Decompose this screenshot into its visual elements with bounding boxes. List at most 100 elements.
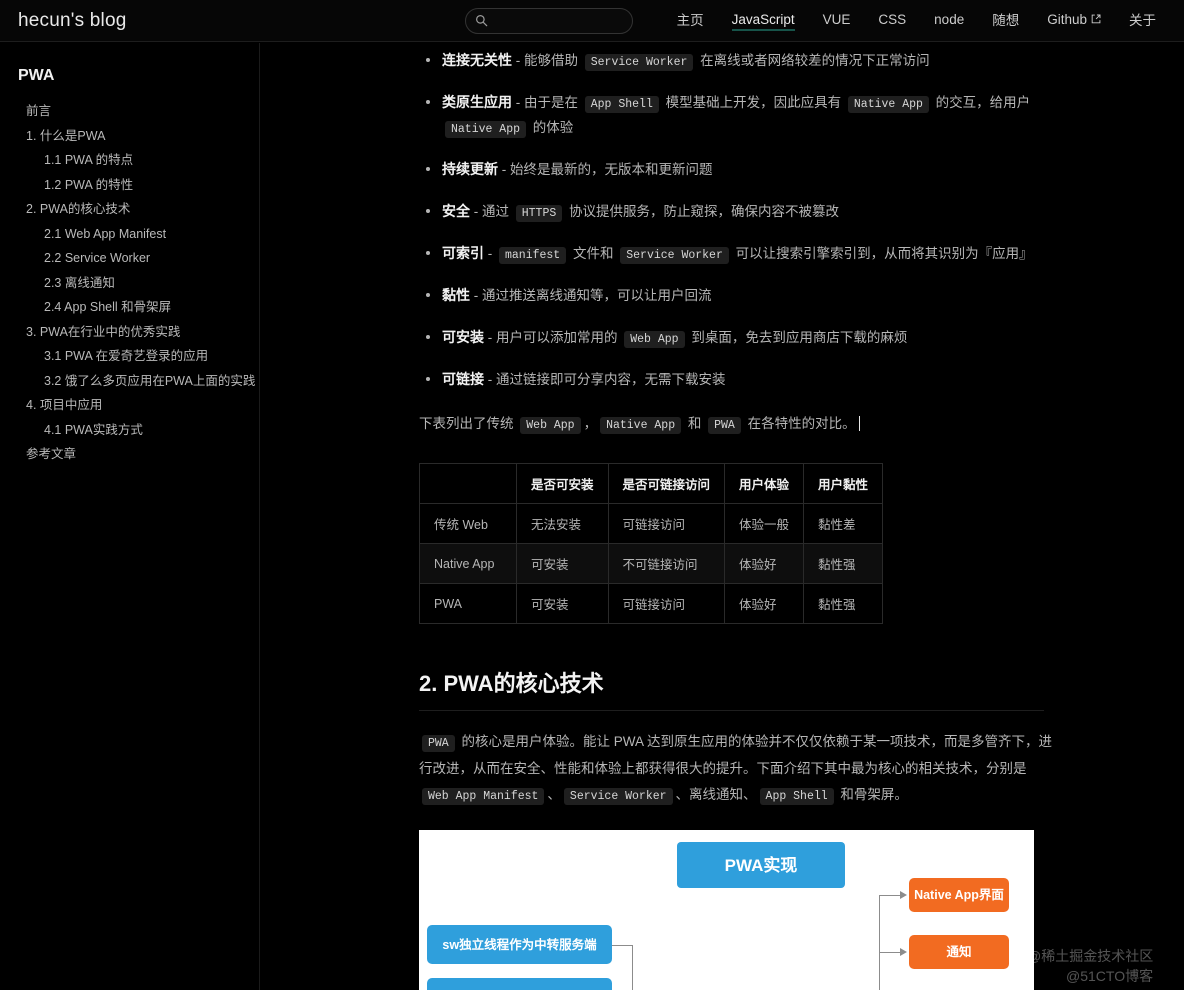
table-header-cell: 是否可安装	[516, 463, 609, 505]
text-run: -	[484, 245, 496, 261]
table-header-cell: 是否可链接访问	[607, 463, 726, 505]
inline-code: Service Worker	[584, 54, 694, 71]
text-run: 在离线或者网络较差的情况下正常访问	[696, 53, 930, 68]
table-row: PWA 可安装 可链接访问 体验好 黏性强	[419, 583, 884, 625]
article-body: 连接无关性 - 能够借助 Service Worker 在离线或者网络较差的情况…	[419, 43, 1059, 990]
feature-list-item: 连接无关性 - 能够借助 Service Worker 在离线或者网络较差的情况…	[419, 48, 1059, 74]
toc-item-12[interactable]: 4. 项目中应用	[18, 393, 245, 418]
feature-list-item: 可链接 - 通过链接即可分享内容，无需下载安装	[419, 367, 1059, 393]
table-cell: 无法安装	[516, 503, 609, 545]
toc-item-8[interactable]: 2.4 App Shell 和骨架屏	[18, 295, 245, 320]
watermark-juejin: @稀土掘金技术社区	[1027, 948, 1154, 964]
nav-item-github[interactable]: Github	[1047, 12, 1101, 30]
nav-item-label: 主页	[676, 13, 704, 28]
text-run: 在各特性的对比。	[743, 415, 856, 431]
feature-term: 可索引	[442, 244, 484, 261]
diagram-right-bus	[879, 895, 880, 990]
nav-item-javascript[interactable]: JavaScript	[731, 12, 795, 31]
watermark-51cto: @51CTO博客	[1066, 968, 1154, 984]
text-run: 到桌面，免去到应用商店下载的麻烦	[687, 329, 908, 345]
text-run: - 始终是最新的，无版本和更新问题	[498, 161, 713, 177]
feature-term: 可安装	[442, 328, 484, 345]
search-box[interactable]	[464, 7, 633, 34]
text-run: 文件和	[569, 245, 618, 261]
inline-code: PWA	[708, 416, 741, 434]
feature-list-item: 持续更新 - 始终是最新的，无版本和更新问题	[419, 157, 1059, 183]
table-cell: 可安装	[516, 583, 609, 625]
text-run: - 通过推送离线通知等，可以让用户回流	[470, 287, 712, 303]
section-paragraph: PWA 的核心是用户体验。能让 PWA 达到原生应用的体验并不仅仅依赖于某一项技…	[419, 729, 1059, 808]
feature-list-item: 类原生应用 - 由于是在 App Shell 模型基础上开发，因此应具有 Nat…	[419, 90, 1059, 141]
toc-item-11[interactable]: 3.2 饿了么多页应用在PWA上面的实践	[18, 369, 255, 394]
text-run: 的核心是用户体验。能让 PWA 达到原生应用的体验并不仅仅依赖于某一项技术，而是…	[419, 734, 1052, 776]
toc-item-14[interactable]: 参考文章	[18, 442, 245, 467]
table-header-corner	[419, 463, 517, 505]
table-intro-paragraph: 下表列出了传统 Web App， Native App 和 PWA 在各特性的对比…	[419, 411, 1059, 437]
text-run: - 通过链接即可分享内容，无需下载安装	[484, 371, 726, 387]
text-run: - 由于是在	[512, 94, 582, 110]
text-run: 可以让搜索引擎索引到，从而将其识别为『应用』	[731, 245, 1033, 261]
toc-item-7[interactable]: 2.3 离线通知	[18, 271, 245, 296]
text-run: 协议提供服务，防止窥探，确保内容不被篡改	[565, 203, 840, 219]
text-run: 的体验	[529, 119, 574, 135]
diagram-arrow-to-output-1	[900, 948, 907, 957]
table-row-label: Native App	[419, 543, 517, 585]
table-cell: 可链接访问	[607, 583, 726, 625]
toc-item-3[interactable]: 1.2 PWA 的特性	[18, 173, 245, 198]
nav-item-随想[interactable]: 随想	[992, 9, 1019, 32]
toc-list: 前言 1. 什么是PWA 1.1 PWA 的特点 1.2 PWA 的特性 2. PWA的…	[18, 99, 255, 467]
diagram-output-box-1: 通知	[909, 935, 1009, 970]
feature-list-item: 可索引 - manifest 文件和 Service Worker 可以让搜索引…	[419, 241, 1059, 267]
feature-list-item: 可安装 - 用户可以添加常用的 Web App 到桌面，免去到应用商店下载的麻烦	[419, 325, 1059, 351]
main-content-area: 连接无关性 - 能够借助 Service Worker 在离线或者网络较差的情况…	[261, 43, 1184, 990]
nav-item-label: node	[934, 11, 965, 27]
table-header-row: 是否可安装 是否可链接访问 用户体验 用户黏性	[419, 463, 884, 505]
text-run: 和	[684, 415, 706, 431]
comparison-table-head: 是否可安装 是否可链接访问 用户体验 用户黏性	[419, 463, 884, 505]
toc-item-2[interactable]: 1.1 PWA 的特点	[18, 148, 245, 173]
site-brand-title[interactable]: hecun's blog	[18, 10, 127, 32]
diagram-input-box-1: manifest配置基本参数	[427, 978, 612, 990]
inline-code: manifest	[499, 246, 567, 264]
comparison-table: 是否可安装 是否可链接访问 用户体验 用户黏性 传统 Web 无法安装 可链接访问 体验一般…	[419, 463, 884, 625]
toc-item-4[interactable]: 2. PWA的核心技术	[18, 197, 245, 222]
inline-code: Native App	[445, 120, 527, 138]
sidebar-table-of-contents: PWA 前言 1. 什么是PWA 1.1 PWA 的特点 1.2 PWA 的特性 2. …	[0, 43, 260, 990]
nav-item-vue[interactable]: VUE	[823, 12, 851, 30]
table-cell: 可安装	[516, 543, 609, 585]
nav-item-label: 随想	[992, 13, 1020, 28]
pwa-implementation-diagram: PWA实现 sw独立线程作为中转服务端manifest配置基本参数https建立…	[419, 830, 1034, 990]
feature-list-item: 黏性 - 通过推送离线通知等，可以让用户回流	[419, 283, 1059, 309]
toc-item-1[interactable]: 1. 什么是PWA	[18, 124, 245, 149]
table-cell: 可链接访问	[607, 503, 726, 545]
search-input[interactable]	[493, 13, 614, 28]
table-row-label: PWA	[419, 583, 517, 625]
diagram-output-box-0: Native App界面	[909, 878, 1009, 913]
inline-code: HTTPS	[515, 204, 563, 222]
nav-item-主页[interactable]: 主页	[677, 9, 704, 32]
table-cell: 不可链接访问	[607, 543, 726, 585]
table-cell: 黏性强	[803, 543, 884, 585]
nav-right-group: 主页 JavaScript VUE CSS node 随想 Github 关于	[464, 0, 1184, 41]
nav-item-node[interactable]: node	[934, 12, 964, 30]
diagram-input-box-0: sw独立线程作为中转服务端	[427, 925, 612, 965]
toc-item-5[interactable]: 2.1 Web App Manifest	[18, 222, 245, 247]
toc-item-9[interactable]: 3. PWA在行业中的优秀实践	[18, 320, 245, 345]
toc-item-6[interactable]: 2.2 Service Worker	[18, 246, 245, 271]
nav-item-css[interactable]: CSS	[878, 12, 906, 30]
table-header-cell: 用户黏性	[803, 463, 884, 505]
feature-term: 持续更新	[442, 160, 498, 177]
toc-item-10[interactable]: 3.1 PWA 在爱奇艺登录的应用	[18, 344, 245, 369]
text-run: 、	[547, 786, 561, 802]
nav-item-label: CSS	[878, 11, 907, 27]
table-cell: 体验好	[724, 583, 805, 625]
text-run: 、离线通知、	[675, 786, 757, 802]
toc-item-0[interactable]: 前言	[18, 99, 245, 124]
toc-item-13[interactable]: 4.1 PWA实践方式	[18, 418, 245, 443]
inline-code: App Shell	[584, 95, 659, 113]
diagram-title-box: PWA实现	[677, 842, 845, 889]
page-root: hecun's blog 主页 JavaScript VUE CSS node 随想 Git…	[0, 0, 1184, 990]
inline-code: Service Worker	[620, 246, 729, 264]
nav-item-关于[interactable]: 关于	[1129, 9, 1156, 32]
table-cell: 黏性差	[803, 503, 884, 545]
